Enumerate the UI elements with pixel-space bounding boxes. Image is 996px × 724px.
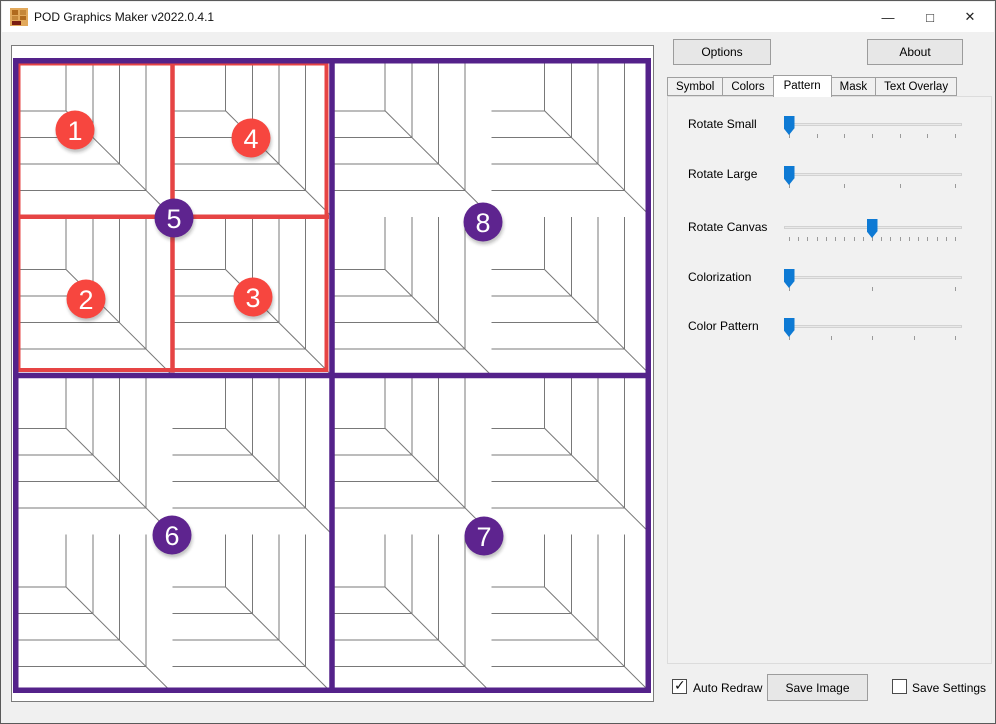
close-button[interactable]: ✕ [950,2,990,32]
tick-mark [789,237,790,241]
colorization-slider-track[interactable] [784,276,962,279]
auto-redraw-label: Auto Redraw [693,680,762,696]
tab-strip: SymbolColorsPatternMaskText Overlay [667,75,956,97]
marker-number: 6 [164,521,179,551]
rotate-small-slider-thumb[interactable] [784,116,795,135]
rotate-large-slider-track[interactable] [784,173,962,176]
tick-mark [798,237,799,241]
tick-mark [881,237,882,241]
colorization-label: Colorization [688,269,751,285]
tick-mark [900,237,901,241]
about-button[interactable]: About [867,39,963,65]
rotate-small-label: Rotate Small [688,116,757,132]
tick-mark [826,237,827,241]
color-pattern-slider-thumb[interactable] [784,318,795,337]
tick-mark [927,134,928,138]
marker-number: 4 [243,124,258,154]
tick-mark [890,237,891,241]
tick-mark [955,237,956,241]
tick-mark [844,184,845,188]
tab-pattern[interactable]: Pattern [773,75,832,97]
tick-mark [872,336,873,340]
tick-mark [909,237,910,241]
tick-mark [955,287,956,291]
options-button[interactable]: Options [673,39,771,65]
tick-mark [807,237,808,241]
color-pattern-slider-track[interactable] [784,325,962,328]
title-bar: POD Graphics Maker v2022.0.4.1 — □ ✕ [2,2,994,32]
tick-mark [844,134,845,138]
rotate-canvas-slider-thumb[interactable] [867,219,878,238]
rotate-large-label: Rotate Large [688,166,757,182]
tick-mark [900,134,901,138]
tick-mark [918,237,919,241]
marker-number: 5 [166,204,181,234]
tab-mask[interactable]: Mask [831,77,876,96]
tab-text-overlay[interactable]: Text Overlay [875,77,957,96]
pattern-canvas: 1 2 3 4 5 6 7 8 [13,58,651,693]
app-icon [10,8,28,26]
marker-number: 8 [475,208,490,238]
colorization-slider-thumb[interactable] [784,269,795,288]
rotate-small-slider-track[interactable] [784,123,962,126]
tick-mark [914,336,915,340]
auto-redraw-checkbox[interactable]: ✓ [672,679,687,694]
marker-number: 2 [78,285,93,315]
color-pattern-label: Color Pattern [688,318,759,334]
tab-colors[interactable]: Colors [722,77,773,96]
save-settings-label: Save Settings [912,680,986,696]
check-icon: ✓ [674,677,686,694]
tick-mark [900,184,901,188]
tick-mark [863,237,864,241]
tick-mark [955,184,956,188]
marker-number: 3 [245,283,260,313]
tick-mark [946,237,947,241]
app-window: POD Graphics Maker v2022.0.4.1 — □ ✕ 1 2 3… [0,0,996,724]
minimize-button[interactable]: — [868,2,908,32]
tick-mark [817,134,818,138]
rotate-large-slider-thumb[interactable] [784,166,795,185]
save-settings-checkbox[interactable]: ✓ [892,679,907,694]
marker-number: 7 [476,522,491,552]
tick-mark [817,237,818,241]
preview-panel[interactable]: 1 2 3 4 5 6 7 8 [11,45,654,702]
save-image-button[interactable]: Save Image [767,674,868,701]
rotate-canvas-label: Rotate Canvas [688,219,767,235]
tick-mark [927,237,928,241]
tick-mark [831,336,832,340]
marker-number: 1 [67,116,82,146]
tick-mark [872,287,873,291]
tick-mark [937,237,938,241]
tick-mark [955,134,956,138]
pattern-tab-page: Rotate Small Rotate Large Rotate Canvas Col… [667,96,992,664]
maximize-button[interactable]: □ [910,2,950,32]
tick-mark [835,237,836,241]
tab-symbol[interactable]: Symbol [667,77,723,96]
tick-mark [854,237,855,241]
tick-mark [955,336,956,340]
tick-mark [844,237,845,241]
tick-mark [872,134,873,138]
window-title: POD Graphics Maker v2022.0.4.1 [34,10,214,24]
